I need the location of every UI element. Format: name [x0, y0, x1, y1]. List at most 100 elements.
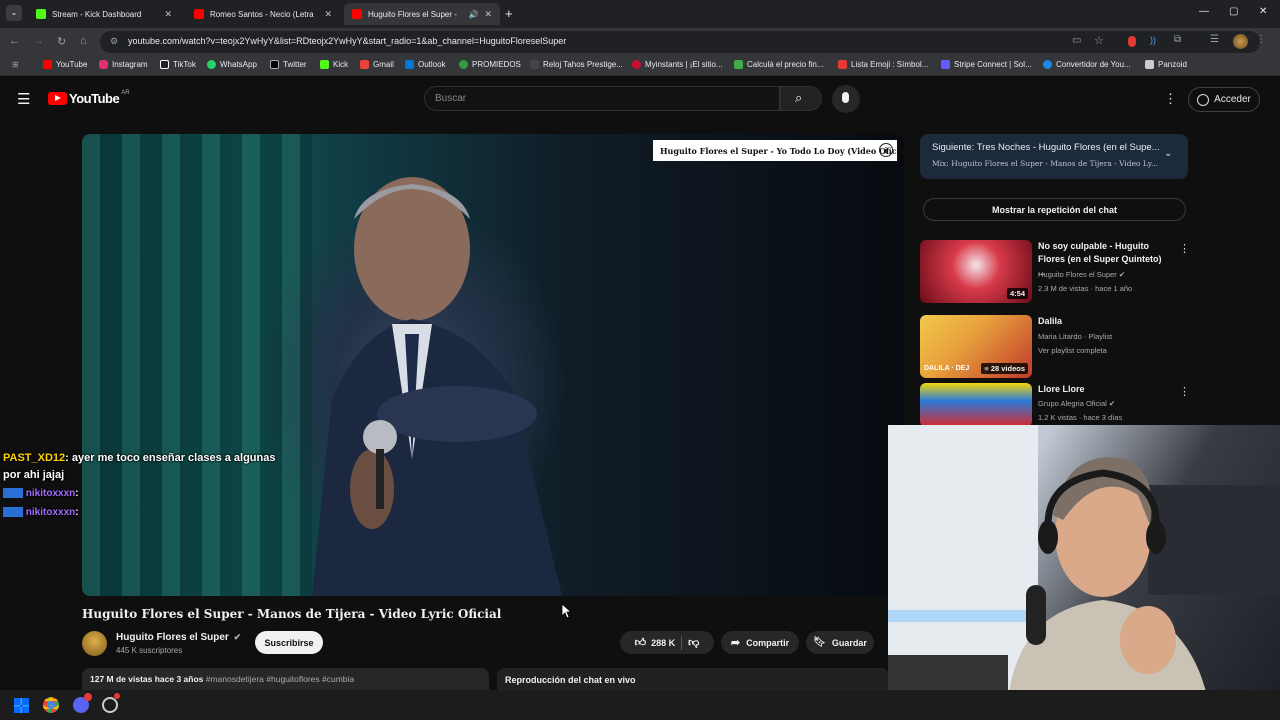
video-overlay-title[interactable]: Huguito Flores el Super - Yo Todo Lo Doy… [653, 140, 904, 161]
tab-kick-dashboard[interactable]: Stream - Kick Dashboard ✕ [28, 3, 180, 25]
hashtags[interactable]: #manosdetijera #huguitoflores #cumbia [206, 674, 354, 684]
bookmark-youtube[interactable]: YouTube [43, 60, 87, 69]
extensions-puzzle-icon[interactable]: ⧉ [1174, 34, 1181, 45]
video-player[interactable]: Huguito Flores el Super - Yo Todo Lo Doy… [82, 134, 904, 596]
search-placeholder: Buscar [435, 93, 467, 104]
save-button[interactable]: 🔖︎ Guardar [806, 631, 874, 654]
bookmark-convertidor[interactable]: Convertidor de You... [1043, 60, 1131, 69]
bookmark-label: Outlook [418, 60, 446, 69]
stream-chat-message: nikitoxxxn: [3, 507, 79, 518]
address-bar[interactable]: ⚙ youtube.com/watch?v=teojx2YwHyY&list=R… [100, 31, 1266, 53]
obs-taskbar-icon[interactable] [102, 697, 118, 713]
close-icon[interactable]: ✕ [164, 9, 172, 20]
bookmark-reloj[interactable]: Reloj Tahos Prestige... [530, 60, 623, 69]
bookmark-panzoid[interactable]: Panzoid [1145, 60, 1187, 69]
bookmark-label: PROMIEDOS [472, 60, 521, 69]
bookmark-stripe[interactable]: Stripe Connect | Sol... [941, 60, 1032, 69]
recommendation-title: Llore Llore [1038, 384, 1085, 394]
bookmark-label: Myinstants | ¡El sitio... [645, 60, 723, 69]
bookmark-kick[interactable]: Kick [320, 60, 348, 69]
video-duration: 4:54 [1006, 288, 1028, 299]
bookmark-promiedos[interactable]: PROMIEDOS [459, 60, 521, 69]
dislike-button[interactable]: 👎︎ [688, 636, 699, 649]
like-button[interactable]: 👍︎ 288 K [635, 636, 676, 649]
bookmark-whatsapp[interactable]: WhatsApp [207, 60, 257, 69]
reading-list-icon[interactable]: ☰ [1210, 34, 1219, 45]
tab-huguito-flores[interactable]: Huguito Flores el Super - 🔊 ✕ [344, 3, 500, 25]
cast-icon[interactable]: ▭ [1072, 35, 1081, 46]
promiedos-icon [459, 60, 468, 69]
streamer-webcam [888, 425, 1280, 700]
tab-romeo-santos[interactable]: Romeo Santos - Necio (Letra ✕ [186, 3, 340, 25]
bookmark-instagram[interactable]: Instagram [99, 60, 148, 69]
myinstants-icon [632, 60, 641, 69]
windows-start-icon[interactable] [14, 698, 29, 713]
recommendation-channel: Grupo Alegria Oficial ✔ [1038, 399, 1115, 408]
bookmark-outlook[interactable]: Outlook [405, 60, 446, 69]
new-tab-button[interactable]: + [505, 6, 513, 21]
chevron-down-icon[interactable]: ⌄ [1164, 148, 1172, 159]
browser-menu-icon[interactable]: ⋮ [1256, 34, 1266, 45]
info-icon[interactable]: i [879, 143, 893, 157]
show-chat-replay-button[interactable]: Mostrar la repetición del chat [923, 198, 1186, 221]
bookmark-tiktok[interactable]: TikTok [160, 60, 196, 69]
youtube-wordmark: YouTube [69, 91, 120, 106]
channel-name[interactable]: Huguito Flores el Super ✔ [116, 632, 241, 643]
back-icon[interactable]: ← [9, 35, 20, 47]
bookmark-gmail[interactable]: Gmail [360, 60, 394, 69]
forward-icon[interactable]: → [33, 35, 44, 47]
share-button[interactable]: ➦ Compartir [721, 631, 799, 654]
convertidor-icon [1043, 60, 1052, 69]
youtube-logo[interactable]: YouTube AR [48, 90, 130, 106]
chrome-taskbar-icon[interactable] [43, 697, 59, 713]
video-thumbnail[interactable]: 4:54 [920, 240, 1032, 303]
bookmark-label: Panzoid [1158, 60, 1187, 69]
hamburger-menu-icon[interactable]: ☰ [17, 90, 30, 108]
recommendation-channel: Huguito Flores el Super ✔ [1038, 270, 1125, 279]
apps-grid-icon[interactable]: ⊞ [12, 60, 19, 69]
close-icon[interactable]: ✕ [484, 9, 492, 20]
bookmark-twitter[interactable]: Twitter [270, 60, 307, 69]
save-label: Guardar [831, 637, 867, 648]
search-input[interactable]: Buscar [424, 86, 780, 111]
profile-avatar[interactable] [1233, 34, 1248, 49]
subscribe-button[interactable]: Suscribirse [255, 631, 323, 654]
voice-search-button[interactable] [832, 85, 860, 113]
speaker-icon[interactable]: 🔊 [468, 10, 478, 19]
share-icon: ➦ [730, 637, 741, 649]
tab-search-button[interactable]: ⌄ [6, 5, 22, 21]
bookmark-calcula[interactable]: Calculá el precio fin... [734, 60, 823, 69]
verified-icon: ✔ [1118, 270, 1126, 279]
video-thumbnail[interactable] [920, 383, 1032, 427]
channel-avatar[interactable] [82, 631, 107, 656]
chat-username: nikitoxxxn [25, 507, 76, 518]
close-icon[interactable]: ✕ [324, 9, 332, 20]
minimize-icon[interactable]: — [1199, 6, 1209, 17]
more-options-icon[interactable]: ⋮ [1179, 242, 1190, 255]
playlist-link[interactable]: Ver playlist completa [1038, 346, 1107, 355]
recommendation-item[interactable]: Llore Llore Grupo Alegria Oficial ✔ 1.2 … [920, 383, 1190, 427]
close-window-icon[interactable]: ✕ [1259, 6, 1267, 17]
more-options-icon[interactable]: ⋮ [1179, 385, 1190, 398]
home-icon[interactable]: ⌂ [80, 35, 87, 47]
recommendation-item[interactable]: DALILA · DEJ ≡ 28 videos Dalila Maria Li… [920, 315, 1190, 379]
chat-message-text: : [75, 507, 79, 518]
bookmark-star-icon[interactable]: ☆ [1094, 34, 1104, 47]
search-button[interactable]: ⌕ [780, 86, 822, 111]
youtube-icon [43, 60, 52, 69]
extension-audio-icon[interactable]: )) [1150, 35, 1156, 45]
bookmark-emoji[interactable]: Lista Emoji : Símbol... [838, 60, 928, 69]
sign-in-button[interactable]: Acceder [1188, 87, 1260, 112]
settings-menu-icon[interactable]: ⋮ [1164, 91, 1177, 107]
tab-title: Huguito Flores el Super - [368, 9, 457, 19]
bookmark-myinstants[interactable]: Myinstants | ¡El sitio... [632, 60, 723, 69]
up-next-card[interactable]: Siguiente: Tres Noches - Huguito Flores … [920, 134, 1188, 179]
panzoid-icon [1145, 60, 1154, 69]
site-info-icon[interactable]: ⚙ [110, 36, 118, 47]
playlist-thumbnail[interactable]: DALILA · DEJ ≡ 28 videos [920, 315, 1032, 378]
reload-icon[interactable]: ↻ [57, 35, 66, 48]
recommendation-item[interactable]: 4:54 No soy culpable - Huguito Flores (e… [920, 240, 1190, 304]
extension-red-icon[interactable] [1128, 36, 1136, 47]
maximize-icon[interactable]: ▢ [1229, 6, 1238, 17]
overlay-title-text: Huguito Flores el Super - Yo Todo Lo Doy… [660, 145, 904, 156]
